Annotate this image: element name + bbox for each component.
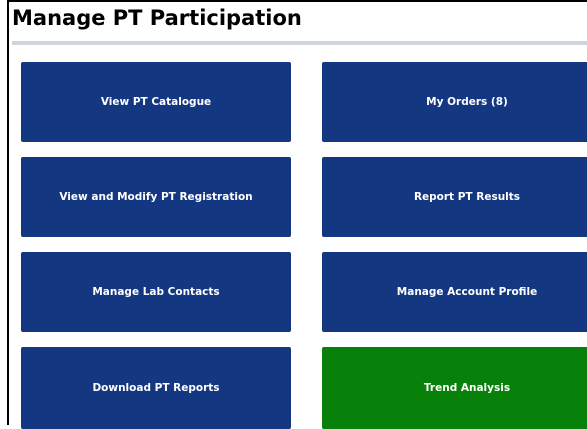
manage-lab-contacts-button[interactable]: Manage Lab Contacts <box>21 252 291 332</box>
manage-account-profile-button[interactable]: Manage Account Profile <box>322 252 587 332</box>
tile-label: Download PT Reports <box>92 382 220 394</box>
view-pt-catalogue-button[interactable]: View PT Catalogue <box>21 62 291 142</box>
download-pt-reports-button[interactable]: Download PT Reports <box>21 347 291 429</box>
title-divider <box>12 41 587 45</box>
report-pt-results-button[interactable]: Report PT Results <box>322 157 587 237</box>
tile-label: My Orders (8) <box>426 96 508 108</box>
trend-analysis-button[interactable]: Trend Analysis <box>322 347 587 429</box>
page-title: Manage PT Participation <box>12 6 302 30</box>
content-frame: Manage PT Participation View PT Catalogu… <box>7 0 587 429</box>
view-modify-pt-registration-button[interactable]: View and Modify PT Registration <box>21 157 291 237</box>
tile-label: Trend Analysis <box>423 382 511 394</box>
tile-label: View and Modify PT Registration <box>59 191 253 203</box>
tile-label: View PT Catalogue <box>100 96 212 108</box>
tile-label: Report PT Results <box>413 191 521 203</box>
tile-label: Manage Lab Contacts <box>92 286 220 298</box>
my-orders-button[interactable]: My Orders (8) <box>322 62 587 142</box>
tile-label: Manage Account Profile <box>396 286 538 298</box>
